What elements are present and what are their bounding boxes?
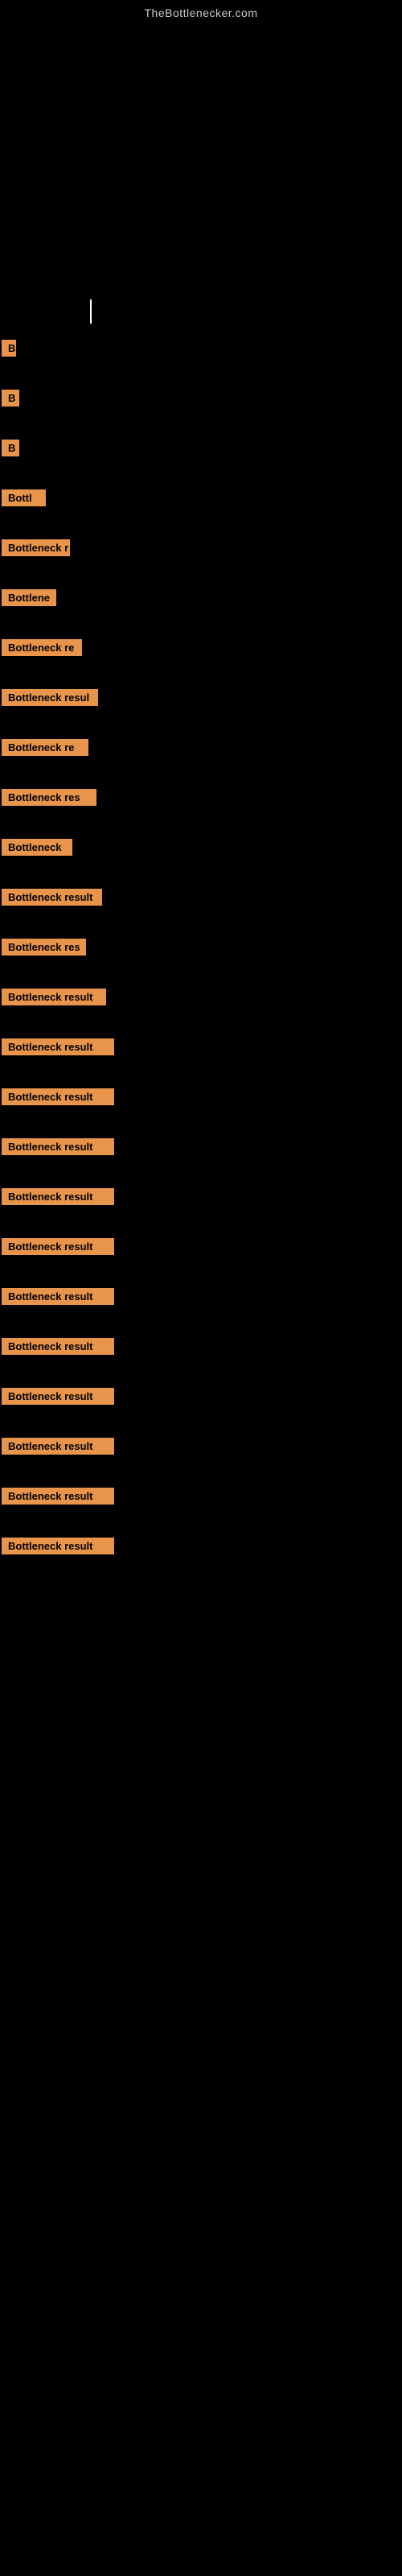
- bottleneck-result-label: Bottl: [2, 489, 46, 506]
- row-spacer: [2, 774, 402, 789]
- bottleneck-result-row: Bottleneck result: [2, 1138, 402, 1174]
- bottleneck-result-row: B: [2, 340, 402, 375]
- bottleneck-result-label: Bottleneck re: [2, 739, 88, 756]
- bottleneck-result-label: Bottleneck result: [2, 1038, 114, 1055]
- row-spacer: [2, 1573, 402, 1587]
- bottleneck-result-label: Bottleneck re: [2, 639, 82, 656]
- row-spacer: [2, 575, 402, 589]
- row-spacer: [2, 924, 402, 939]
- row-spacer: [2, 375, 402, 390]
- row-spacer: [2, 1024, 402, 1038]
- bottleneck-result-label: B: [2, 340, 16, 357]
- bottleneck-result-row: B: [2, 440, 402, 475]
- row-spacer: [2, 1074, 402, 1088]
- result-section: B B B Bottl Bottleneck r Bottlene Bottleneck r…: [0, 340, 402, 1587]
- row-spacer: [2, 874, 402, 889]
- bottleneck-result-row: Bottleneck result: [2, 1538, 402, 1573]
- row-spacer: [2, 1423, 402, 1438]
- bottleneck-result-row: Bottleneck result: [2, 1388, 402, 1423]
- bottleneck-result-label: B: [2, 440, 19, 456]
- row-spacer: [2, 1473, 402, 1488]
- bottleneck-result-label: Bottleneck result: [2, 1538, 114, 1554]
- bottleneck-result-row: Bottleneck result: [2, 1338, 402, 1373]
- bottleneck-result-row: Bottleneck result: [2, 1288, 402, 1323]
- row-spacer: [2, 1373, 402, 1388]
- row-spacer: [2, 824, 402, 839]
- row-spacer: [2, 1224, 402, 1238]
- row-spacer: [2, 1323, 402, 1338]
- bottleneck-result-row: Bottl: [2, 489, 402, 525]
- bottleneck-result-label: Bottleneck result: [2, 1438, 114, 1455]
- bottleneck-result-label: Bottleneck result: [2, 989, 106, 1005]
- bottleneck-result-row: Bottleneck res: [2, 789, 402, 824]
- bottleneck-result-row: Bottleneck res: [2, 939, 402, 974]
- row-spacer: [2, 625, 402, 639]
- bottleneck-result-label: Bottleneck result: [2, 1138, 114, 1155]
- bottleneck-result-label: Bottleneck result: [2, 1388, 114, 1405]
- bottleneck-result-label: Bottleneck resul: [2, 689, 98, 706]
- row-spacer: [2, 1174, 402, 1188]
- row-spacer: [2, 1274, 402, 1288]
- bottleneck-result-row: B: [2, 390, 402, 425]
- bottleneck-result-label: B: [2, 390, 19, 407]
- row-spacer: [2, 525, 402, 539]
- bottleneck-result-row: Bottleneck result: [2, 1238, 402, 1274]
- bottleneck-result-label: Bottleneck: [2, 839, 72, 856]
- bottleneck-result-row: Bottleneck re: [2, 639, 402, 675]
- bottleneck-result-label: Bottleneck res: [2, 789, 96, 806]
- bottleneck-result-label: Bottleneck r: [2, 539, 70, 556]
- bottleneck-result-label: Bottleneck result: [2, 889, 102, 906]
- bottleneck-result-row: Bottleneck result: [2, 1088, 402, 1124]
- cursor-indicator: [90, 299, 92, 324]
- bottleneck-result-row: Bottleneck: [2, 839, 402, 874]
- row-spacer: [2, 1124, 402, 1138]
- bottleneck-result-row: Bottleneck result: [2, 1038, 402, 1074]
- bottleneck-result-row: Bottleneck result: [2, 989, 402, 1024]
- bottleneck-result-row: Bottleneck result: [2, 1488, 402, 1523]
- bottleneck-result-row: Bottleneck result: [2, 889, 402, 924]
- bottleneck-result-row: Bottleneck result: [2, 1188, 402, 1224]
- bottleneck-result-label: Bottleneck result: [2, 1338, 114, 1355]
- bottleneck-result-row: Bottleneck re: [2, 739, 402, 774]
- bottleneck-result-row: Bottlene: [2, 589, 402, 625]
- chart-area: [88, 26, 314, 332]
- row-spacer: [2, 475, 402, 489]
- row-spacer: [2, 675, 402, 689]
- bottleneck-result-row: Bottleneck result: [2, 1438, 402, 1473]
- bottleneck-result-label: Bottlene: [2, 589, 56, 606]
- row-spacer: [2, 1523, 402, 1538]
- row-spacer: [2, 724, 402, 739]
- bottleneck-result-row: Bottleneck resul: [2, 689, 402, 724]
- bottleneck-result-label: Bottleneck result: [2, 1238, 114, 1255]
- bottleneck-result-row: Bottleneck r: [2, 539, 402, 575]
- bottleneck-result-label: Bottleneck result: [2, 1288, 114, 1305]
- bottleneck-result-label: Bottleneck result: [2, 1488, 114, 1505]
- bottleneck-result-label: Bottleneck result: [2, 1188, 114, 1205]
- bottleneck-result-label: Bottleneck res: [2, 939, 86, 956]
- bottleneck-result-label: Bottleneck result: [2, 1088, 114, 1105]
- row-spacer: [2, 425, 402, 440]
- site-title: TheBottlenecker.com: [0, 0, 402, 26]
- row-spacer: [2, 974, 402, 989]
